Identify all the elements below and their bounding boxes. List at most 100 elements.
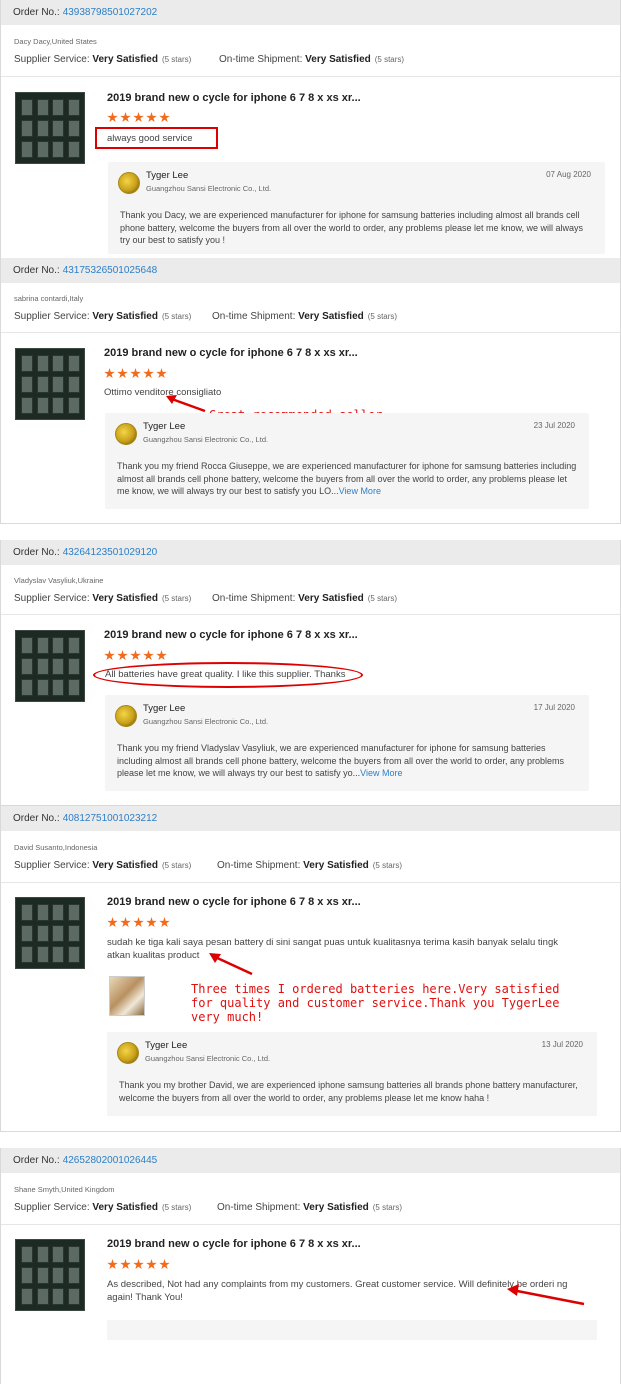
battery-cell-shape — [52, 1267, 64, 1284]
star-icon — [159, 1259, 170, 1270]
battery-cell-shape — [52, 120, 64, 137]
battery-cell-shape — [36, 1288, 49, 1305]
battery-cell-shape — [67, 355, 80, 372]
shipment-label: On-time Shipment: — [212, 593, 296, 604]
battery-cell-shape — [36, 1267, 49, 1284]
star-icon — [146, 917, 157, 928]
seller-reply: Tyger Lee Guangzhou Sansi Electronic Co.… — [108, 162, 605, 254]
star-icon — [143, 650, 154, 661]
order-number-link[interactable]: 42652802001026445 — [63, 1155, 158, 1166]
supplier-rating: Very Satisfied — [92, 1202, 158, 1213]
supplier-stars-count: (5 stars) — [161, 594, 192, 603]
battery-cell-shape — [36, 141, 49, 158]
battery-cell-shape — [21, 1246, 33, 1263]
review-card-5: Order No.: 42652802001026445 Shane Smyth… — [0, 1148, 621, 1384]
order-number-link[interactable]: 43264123501029120 — [63, 547, 158, 558]
battery-cell-shape — [67, 99, 80, 116]
review-photo[interactable] — [109, 976, 145, 1016]
battery-cell-shape — [36, 637, 49, 654]
shipment-label: On-time Shipment: — [217, 1202, 301, 1213]
battery-cell-shape — [67, 397, 80, 414]
supplier-stars-count: (5 stars) — [161, 861, 192, 870]
product-title-link[interactable]: 2019 brand new o cycle for iphone 6 7 8 … — [107, 1238, 361, 1250]
shipment-rating-group: On-time Shipment: Very Satisfied (5 stars… — [217, 1202, 402, 1213]
battery-cell-shape — [67, 637, 80, 654]
star-icon — [159, 917, 170, 928]
view-more-link[interactable]: View More — [339, 486, 381, 496]
seller-company: Guangzhou Sansi Electronic Co., Ltd. — [143, 717, 269, 726]
battery-cell-shape — [21, 1288, 33, 1305]
annotation-arrow — [209, 953, 253, 976]
product-title-link[interactable]: 2019 brand new o cycle for iphone 6 7 8 … — [104, 347, 358, 359]
reply-date: 23 Jul 2020 — [533, 421, 575, 430]
battery-cell-shape — [21, 946, 33, 963]
battery-cell-shape — [21, 141, 33, 158]
supplier-service-label: Supplier Service: — [14, 593, 90, 604]
star-icon — [107, 1259, 118, 1270]
product-thumbnail[interactable] — [15, 92, 85, 164]
battery-cell-shape — [52, 141, 64, 158]
annotation-text-line-1: Three times I ordered batteries here.Ver… — [191, 982, 560, 996]
reply-text-body: Thank you my friend Vladyslav Vasyliuk, … — [117, 743, 565, 778]
order-bar: Order No.: 42652802001026445 — [1, 1148, 620, 1173]
battery-cell-shape — [52, 397, 64, 414]
shipment-rating-group: On-time Shipment: Very Satisfied (5 stars… — [212, 311, 397, 322]
battery-cell-shape — [36, 355, 49, 372]
review-card-2: Order No.: 43175326501025648 sabrina con… — [0, 258, 621, 524]
supplier-rating: Very Satisfied — [92, 593, 158, 604]
battery-cell-shape — [21, 637, 33, 654]
shipment-stars-count: (5 stars) — [367, 594, 398, 603]
seller-avatar — [115, 423, 137, 445]
view-more-link[interactable]: View More — [360, 768, 402, 778]
supplier-service-label: Supplier Service: — [14, 311, 90, 322]
highlight-ellipse — [93, 662, 363, 688]
buyer-name: Dacy Dacy,United States — [14, 37, 97, 46]
shipment-rating-group: On-time Shipment: Very Satisfied (5 stars… — [212, 593, 397, 604]
supplier-service-label: Supplier Service: — [14, 1202, 90, 1213]
order-label: Order No.: — [13, 813, 60, 824]
shipment-label: On-time Shipment: — [217, 860, 301, 871]
divider — [1, 882, 620, 883]
shipment-stars-count: (5 stars) — [372, 861, 403, 870]
supplier-service-label: Supplier Service: — [14, 860, 90, 871]
battery-cell-shape — [52, 904, 64, 921]
ratings-row: Supplier Service: Very Satisfied (5 stars… — [14, 311, 397, 322]
star-icon — [117, 368, 128, 379]
product-thumbnail[interactable] — [15, 1239, 85, 1311]
seller-name: Tyger Lee — [143, 703, 186, 714]
product-title-link[interactable]: 2019 brand new o cycle for iphone 6 7 8 … — [107, 896, 361, 908]
battery-cell-shape — [36, 679, 49, 696]
divider — [1, 614, 620, 615]
buyer-name: Vladyslav Vasyliuk,Ukraine — [14, 576, 104, 585]
star-icon — [104, 368, 115, 379]
product-title-link[interactable]: 2019 brand new o cycle for iphone 6 7 8 … — [104, 629, 358, 641]
battery-cell-shape — [21, 658, 33, 675]
product-thumbnail[interactable] — [15, 897, 85, 969]
star-icon — [156, 368, 167, 379]
ratings-row: Supplier Service: Very Satisfied (5 stars… — [14, 593, 397, 604]
product-thumbnail[interactable] — [15, 630, 85, 702]
product-thumbnail[interactable] — [15, 348, 85, 420]
order-number-link[interactable]: 40812751001023212 — [63, 813, 158, 824]
divider — [1, 332, 620, 333]
order-number-link[interactable]: 43175326501025648 — [63, 265, 158, 276]
product-title-link[interactable]: 2019 brand new o cycle for iphone 6 7 8 … — [107, 92, 361, 104]
battery-cell-shape — [36, 397, 49, 414]
battery-cell-shape — [52, 925, 64, 942]
battery-cell-shape — [67, 1288, 80, 1305]
order-bar: Order No.: 43175326501025648 — [1, 258, 620, 283]
battery-cell-shape — [67, 1246, 80, 1263]
order-label: Order No.: — [13, 265, 60, 276]
star-rating — [107, 112, 170, 123]
seller-company: Guangzhou Sansi Electronic Co., Ltd. — [146, 184, 272, 193]
battery-cell-shape — [36, 946, 49, 963]
buyer-name: Shane Smyth,United Kingdom — [14, 1185, 115, 1194]
highlight-box — [95, 127, 218, 149]
review-card-1: Order No.: 43938798501027202 Dacy Dacy,U… — [0, 0, 621, 258]
star-icon — [146, 112, 157, 123]
battery-cell-shape — [36, 658, 49, 675]
order-number-link[interactable]: 43938798501027202 — [63, 7, 158, 18]
reply-text: Thank you my friend Vladyslav Vasyliuk, … — [117, 742, 577, 780]
order-label: Order No.: — [13, 547, 60, 558]
seller-avatar — [115, 705, 137, 727]
